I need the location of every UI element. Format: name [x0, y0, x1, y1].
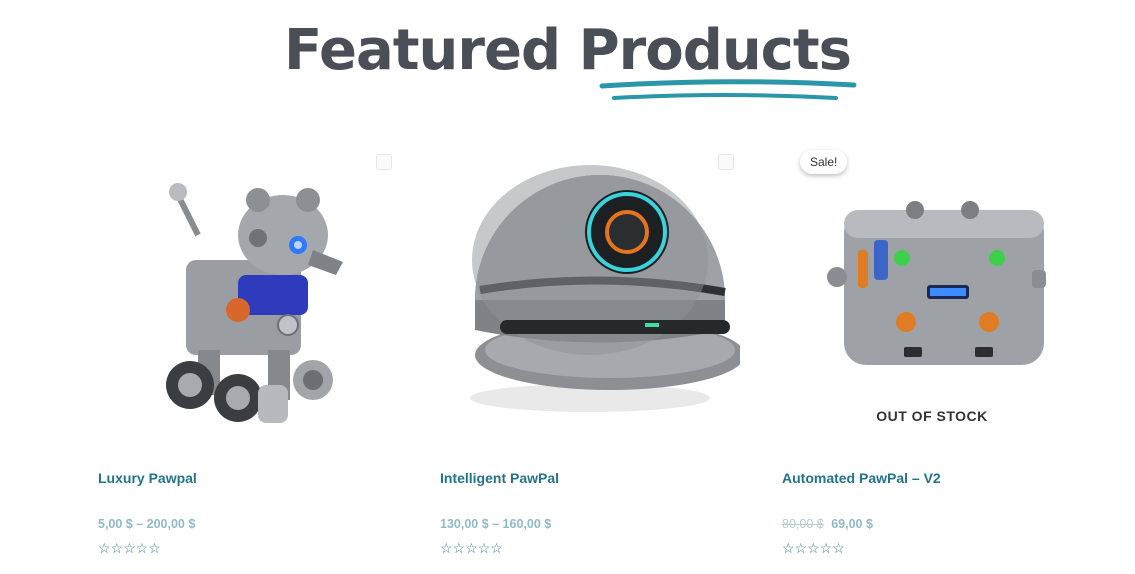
heading-word-featured: Featured [284, 18, 561, 83]
heading-word-products: Products [578, 18, 852, 83]
product-image-cube-robot[interactable]: Sale! OUT OF STOCK [782, 140, 1082, 440]
price-range: 130,00 $ – 160,00 $ [440, 517, 552, 531]
product-image-dome-robot[interactable] [440, 140, 745, 440]
product-price: 130,00 $ – 160,00 $ [440, 517, 551, 531]
product-card-intelligent-pawpal[interactable]: Intelligent PawPal 130,00 $ – 160,00 $ ☆… [440, 140, 745, 570]
wishlist-icon[interactable] [376, 154, 392, 170]
product-card-luxury-pawpal[interactable]: Luxury Pawpal 5,00 $ – 200,00 $ ☆☆☆☆☆ [98, 140, 398, 570]
star-icon: ☆☆☆☆☆ [440, 540, 503, 556]
product-title-link[interactable]: Luxury Pawpal [98, 470, 197, 486]
star-rating: ☆☆☆☆☆ [440, 540, 503, 557]
section-heading: Featured Products [0, 18, 1135, 83]
product-image-robot-dog[interactable] [98, 140, 398, 440]
product-price: 5,00 $ – 200,00 $ [98, 517, 195, 531]
product-title-link[interactable]: Intelligent PawPal [440, 470, 559, 486]
star-rating: ☆☆☆☆☆ [782, 540, 845, 557]
sale-price: 69,00 $ [831, 517, 873, 531]
star-rating: ☆☆☆☆☆ [98, 540, 161, 557]
product-card-automated-pawpal-v2[interactable]: Sale! OUT OF STOCK Automated PawPal – V2… [782, 140, 1082, 570]
product-title-link[interactable]: Automated PawPal – V2 [782, 470, 941, 486]
product-price: 80,00 $ 69,00 $ [782, 517, 873, 531]
original-price: 80,00 $ [782, 517, 824, 531]
sale-badge: Sale! [800, 150, 848, 174]
star-icon: ☆☆☆☆☆ [782, 540, 845, 556]
price-range: 5,00 $ – 200,00 $ [98, 517, 196, 531]
out-of-stock-label: OUT OF STOCK [876, 408, 988, 424]
wishlist-icon[interactable] [718, 154, 734, 170]
star-icon: ☆☆☆☆☆ [98, 540, 161, 556]
heading-underline-decoration [599, 79, 857, 100]
